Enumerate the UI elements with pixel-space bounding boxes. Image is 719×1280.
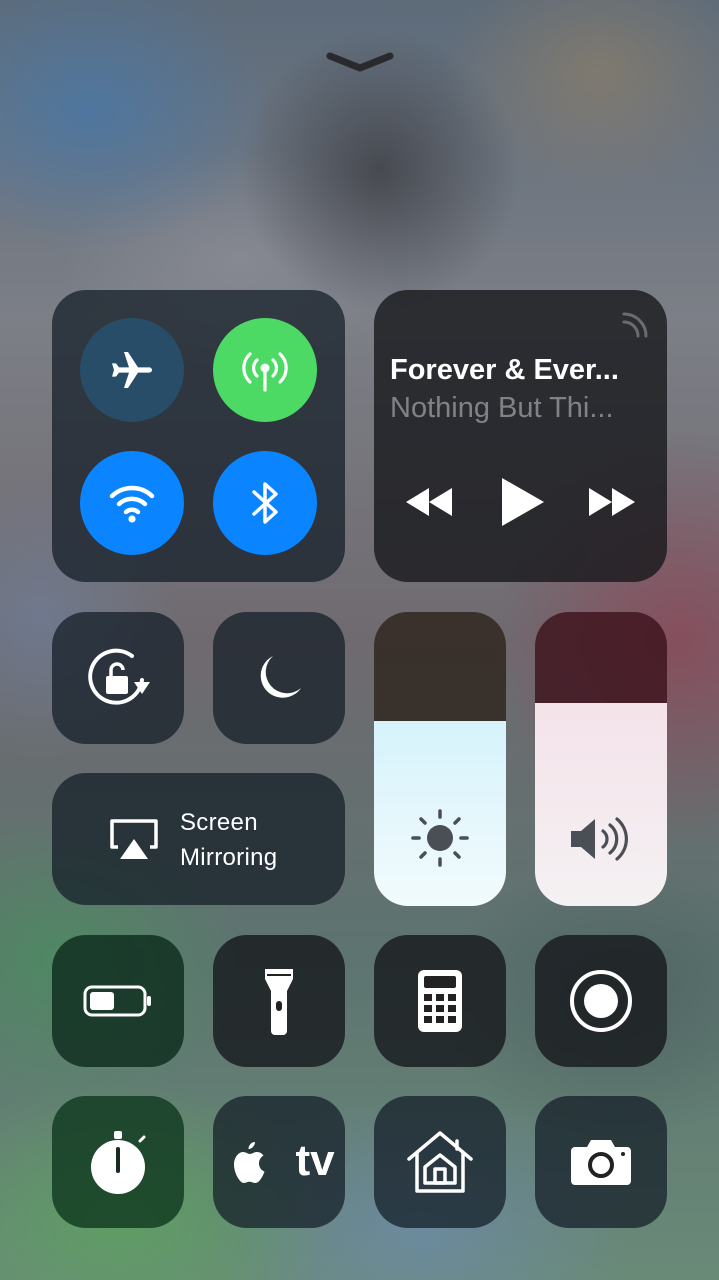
moon-icon xyxy=(260,656,301,698)
chevron-down-icon[interactable] xyxy=(324,48,396,76)
home-button[interactable] xyxy=(374,1096,506,1228)
airplay-screen-icon xyxy=(110,819,158,859)
screen-mirroring-label: Screen Mirroring xyxy=(180,805,277,875)
wifi-icon xyxy=(109,485,155,523)
sun-icon xyxy=(411,809,469,867)
bluetooth-button[interactable] xyxy=(213,451,317,555)
screen-mirroring-line1: Screen xyxy=(180,809,258,836)
screen-mirroring-line2: Mirroring xyxy=(180,844,278,871)
record-icon xyxy=(570,970,632,1032)
home-icon xyxy=(407,1131,473,1193)
rotation-lock-icon xyxy=(88,648,150,705)
rewind-icon[interactable] xyxy=(404,486,454,518)
wifi-button[interactable] xyxy=(80,451,184,555)
timer-icon xyxy=(91,1131,146,1194)
camera-icon xyxy=(571,1140,631,1185)
apple-tv-remote-button[interactable]: tv xyxy=(213,1096,345,1228)
now-playing-artist: Nothing But Thi... xyxy=(390,392,614,424)
orientation-lock-button[interactable] xyxy=(52,612,184,744)
battery-icon xyxy=(83,985,151,1017)
flashlight-button[interactable] xyxy=(213,935,345,1067)
volume-fill xyxy=(535,703,667,906)
low-power-mode-button[interactable] xyxy=(52,935,184,1067)
airplay-audio-icon[interactable] xyxy=(618,308,650,340)
screen-mirroring-button[interactable]: Screen Mirroring xyxy=(52,773,345,905)
calculator-icon xyxy=(418,970,462,1032)
brightness-slider[interactable] xyxy=(374,612,506,906)
timer-button[interactable] xyxy=(52,1096,184,1228)
cellular-data-icon xyxy=(242,352,288,392)
play-icon[interactable] xyxy=(498,476,546,528)
camera-button[interactable] xyxy=(535,1096,667,1228)
bluetooth-icon xyxy=(252,482,278,524)
apple-tv-label: tv xyxy=(295,1136,335,1185)
screen-recording-button[interactable] xyxy=(535,935,667,1067)
airplane-mode-button[interactable] xyxy=(80,318,184,422)
cellular-data-button[interactable] xyxy=(213,318,317,422)
do-not-disturb-button[interactable] xyxy=(213,612,345,744)
connectivity-module xyxy=(52,290,345,582)
speaker-icon xyxy=(571,817,628,861)
now-playing-module[interactable]: Forever & Ever... Nothing But Thi... xyxy=(374,290,667,582)
flashlight-icon xyxy=(265,969,293,1035)
volume-slider[interactable] xyxy=(535,612,667,906)
fast-forward-icon[interactable] xyxy=(587,486,637,518)
now-playing-title: Forever & Ever... xyxy=(390,354,619,386)
airplane-icon xyxy=(112,352,152,388)
calculator-button[interactable] xyxy=(374,935,506,1067)
